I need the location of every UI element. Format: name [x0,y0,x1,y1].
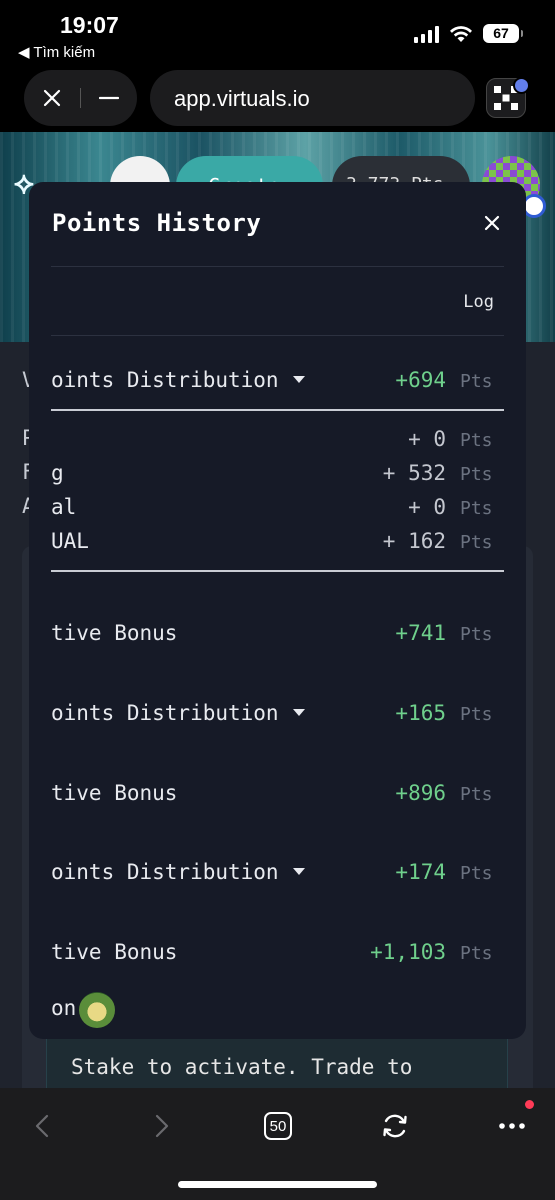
chevron-down-icon [292,375,305,383]
row-label: UAL [51,529,89,553]
back-button[interactable] [22,1106,62,1146]
history-row: tive Bonus +1,103 Pts [29,940,526,970]
row-amount: +694 [395,368,446,392]
row-label: al [51,495,77,519]
row-amount: +165 [395,701,446,725]
status-bar: 19:07 ◀ Tìm kiếm 67 [0,0,555,66]
row-unit: Pts [460,430,493,451]
tabs-button[interactable]: 50 [258,1106,298,1146]
divider [51,409,504,411]
row-label: tive Bonus [51,621,178,645]
history-row: tive Bonus +741 Pts [29,621,526,651]
battery-indicator: 67 [483,24,523,43]
close-tab-button[interactable] [24,70,80,126]
status-icons: 67 [414,24,523,43]
home-indicator [178,1181,377,1188]
minimize-tab-button[interactable] [81,70,137,126]
refresh-icon [383,1114,407,1138]
cellular-signal-icon [414,25,439,43]
row-label: tive Bonus [51,940,178,964]
row-label: g [51,461,64,485]
points-history-modal: Points History Log oints Distribution +6… [29,182,526,1039]
row-amount: +896 [395,781,446,805]
modal-title: Points History [52,209,262,237]
close-icon [43,89,61,107]
ethereum-network-badge [513,77,530,94]
row-amount: + 0 [408,495,446,519]
browser-url-bar: app.virtuals.io [0,66,555,132]
row-unit: Pts [460,532,493,553]
reload-button[interactable] [375,1106,415,1146]
row-label: on [51,996,77,1020]
chevron-down-icon [292,867,305,875]
log-tab[interactable]: Log [463,292,494,312]
points-distribution-summary-row[interactable]: oints Distribution +694 Pts [29,368,526,398]
row-label: oints Distribution [51,368,526,392]
minus-icon [99,96,119,100]
tab-controls [24,70,137,126]
address-field[interactable]: app.virtuals.io [150,70,475,126]
notification-dot [525,1100,534,1109]
row-amount: + 532 [382,461,446,485]
status-time: 19:07 [60,12,119,38]
row-label: tive Bonus [51,781,178,805]
divider [51,570,504,572]
more-dots-icon [499,1123,525,1129]
history-row[interactable]: oints Distribution +174 Pts [29,860,526,890]
breakdown-row: g + 532 Pts [29,461,526,491]
row-unit: Pts [460,943,493,964]
history-row: tive Bonus +896 Pts [29,781,526,811]
row-amount: +1,103 [370,940,446,964]
breakdown-row: al + 0 Pts [29,495,526,525]
forward-button[interactable] [142,1106,182,1146]
row-label: oints Distribution [51,860,526,884]
row-unit: Pts [460,371,493,392]
token-coin-icon [79,992,115,1028]
close-icon [484,215,500,231]
modal-close-button[interactable] [477,208,507,238]
chevron-down-icon [292,708,305,716]
divider [51,266,504,267]
divider [51,335,504,336]
breakdown-row: + 0 Pts [29,427,526,457]
back-to-app-link[interactable]: ◀ Tìm kiếm [18,43,95,61]
more-menu-button[interactable] [492,1106,532,1146]
row-unit: Pts [460,704,493,725]
row-amount: +741 [395,621,446,645]
chevron-right-icon [155,1114,169,1138]
tab-count-badge: 50 [264,1112,292,1140]
row-unit: Pts [460,498,493,519]
row-amount: + 0 [408,427,446,451]
row-unit: Pts [460,863,493,884]
row-unit: Pts [460,464,493,485]
history-row[interactable]: oints Distribution +165 Pts [29,701,526,731]
row-amount: + 162 [382,529,446,553]
row-amount: +174 [395,860,446,884]
row-label: oints Distribution [51,701,526,725]
breakdown-row: UAL + 162 Pts [29,529,526,559]
row-unit: Pts [460,784,493,805]
wifi-icon [450,25,472,42]
row-unit: Pts [460,624,493,645]
chevron-left-icon [35,1114,49,1138]
